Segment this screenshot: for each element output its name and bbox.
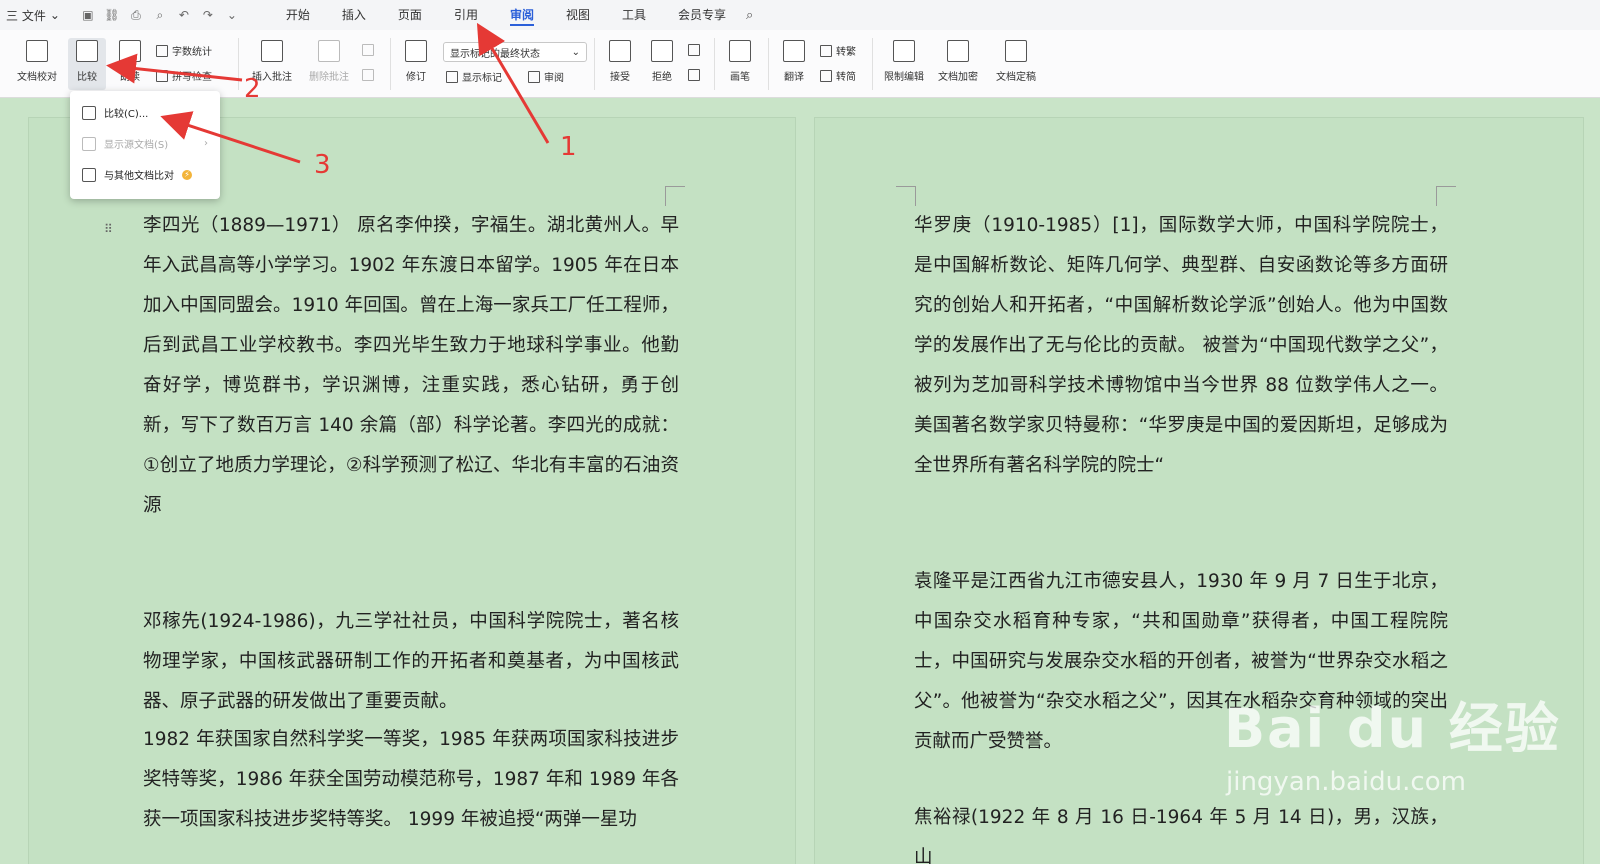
annotation-number-1: 1 — [560, 132, 577, 162]
arrow-3 — [160, 111, 301, 164]
arrow-2 — [106, 53, 243, 84]
watermark-url: jingyan.baidu.com — [1226, 767, 1466, 797]
annotation-number-2: 2 — [244, 74, 261, 104]
baidu-watermark: Bai du 经验 jingyan.baidu.com — [1224, 684, 1561, 797]
annotation-number-3: 3 — [314, 150, 331, 180]
arrow-1 — [476, 22, 550, 144]
watermark-brand: Bai du 经验 — [1224, 697, 1561, 760]
